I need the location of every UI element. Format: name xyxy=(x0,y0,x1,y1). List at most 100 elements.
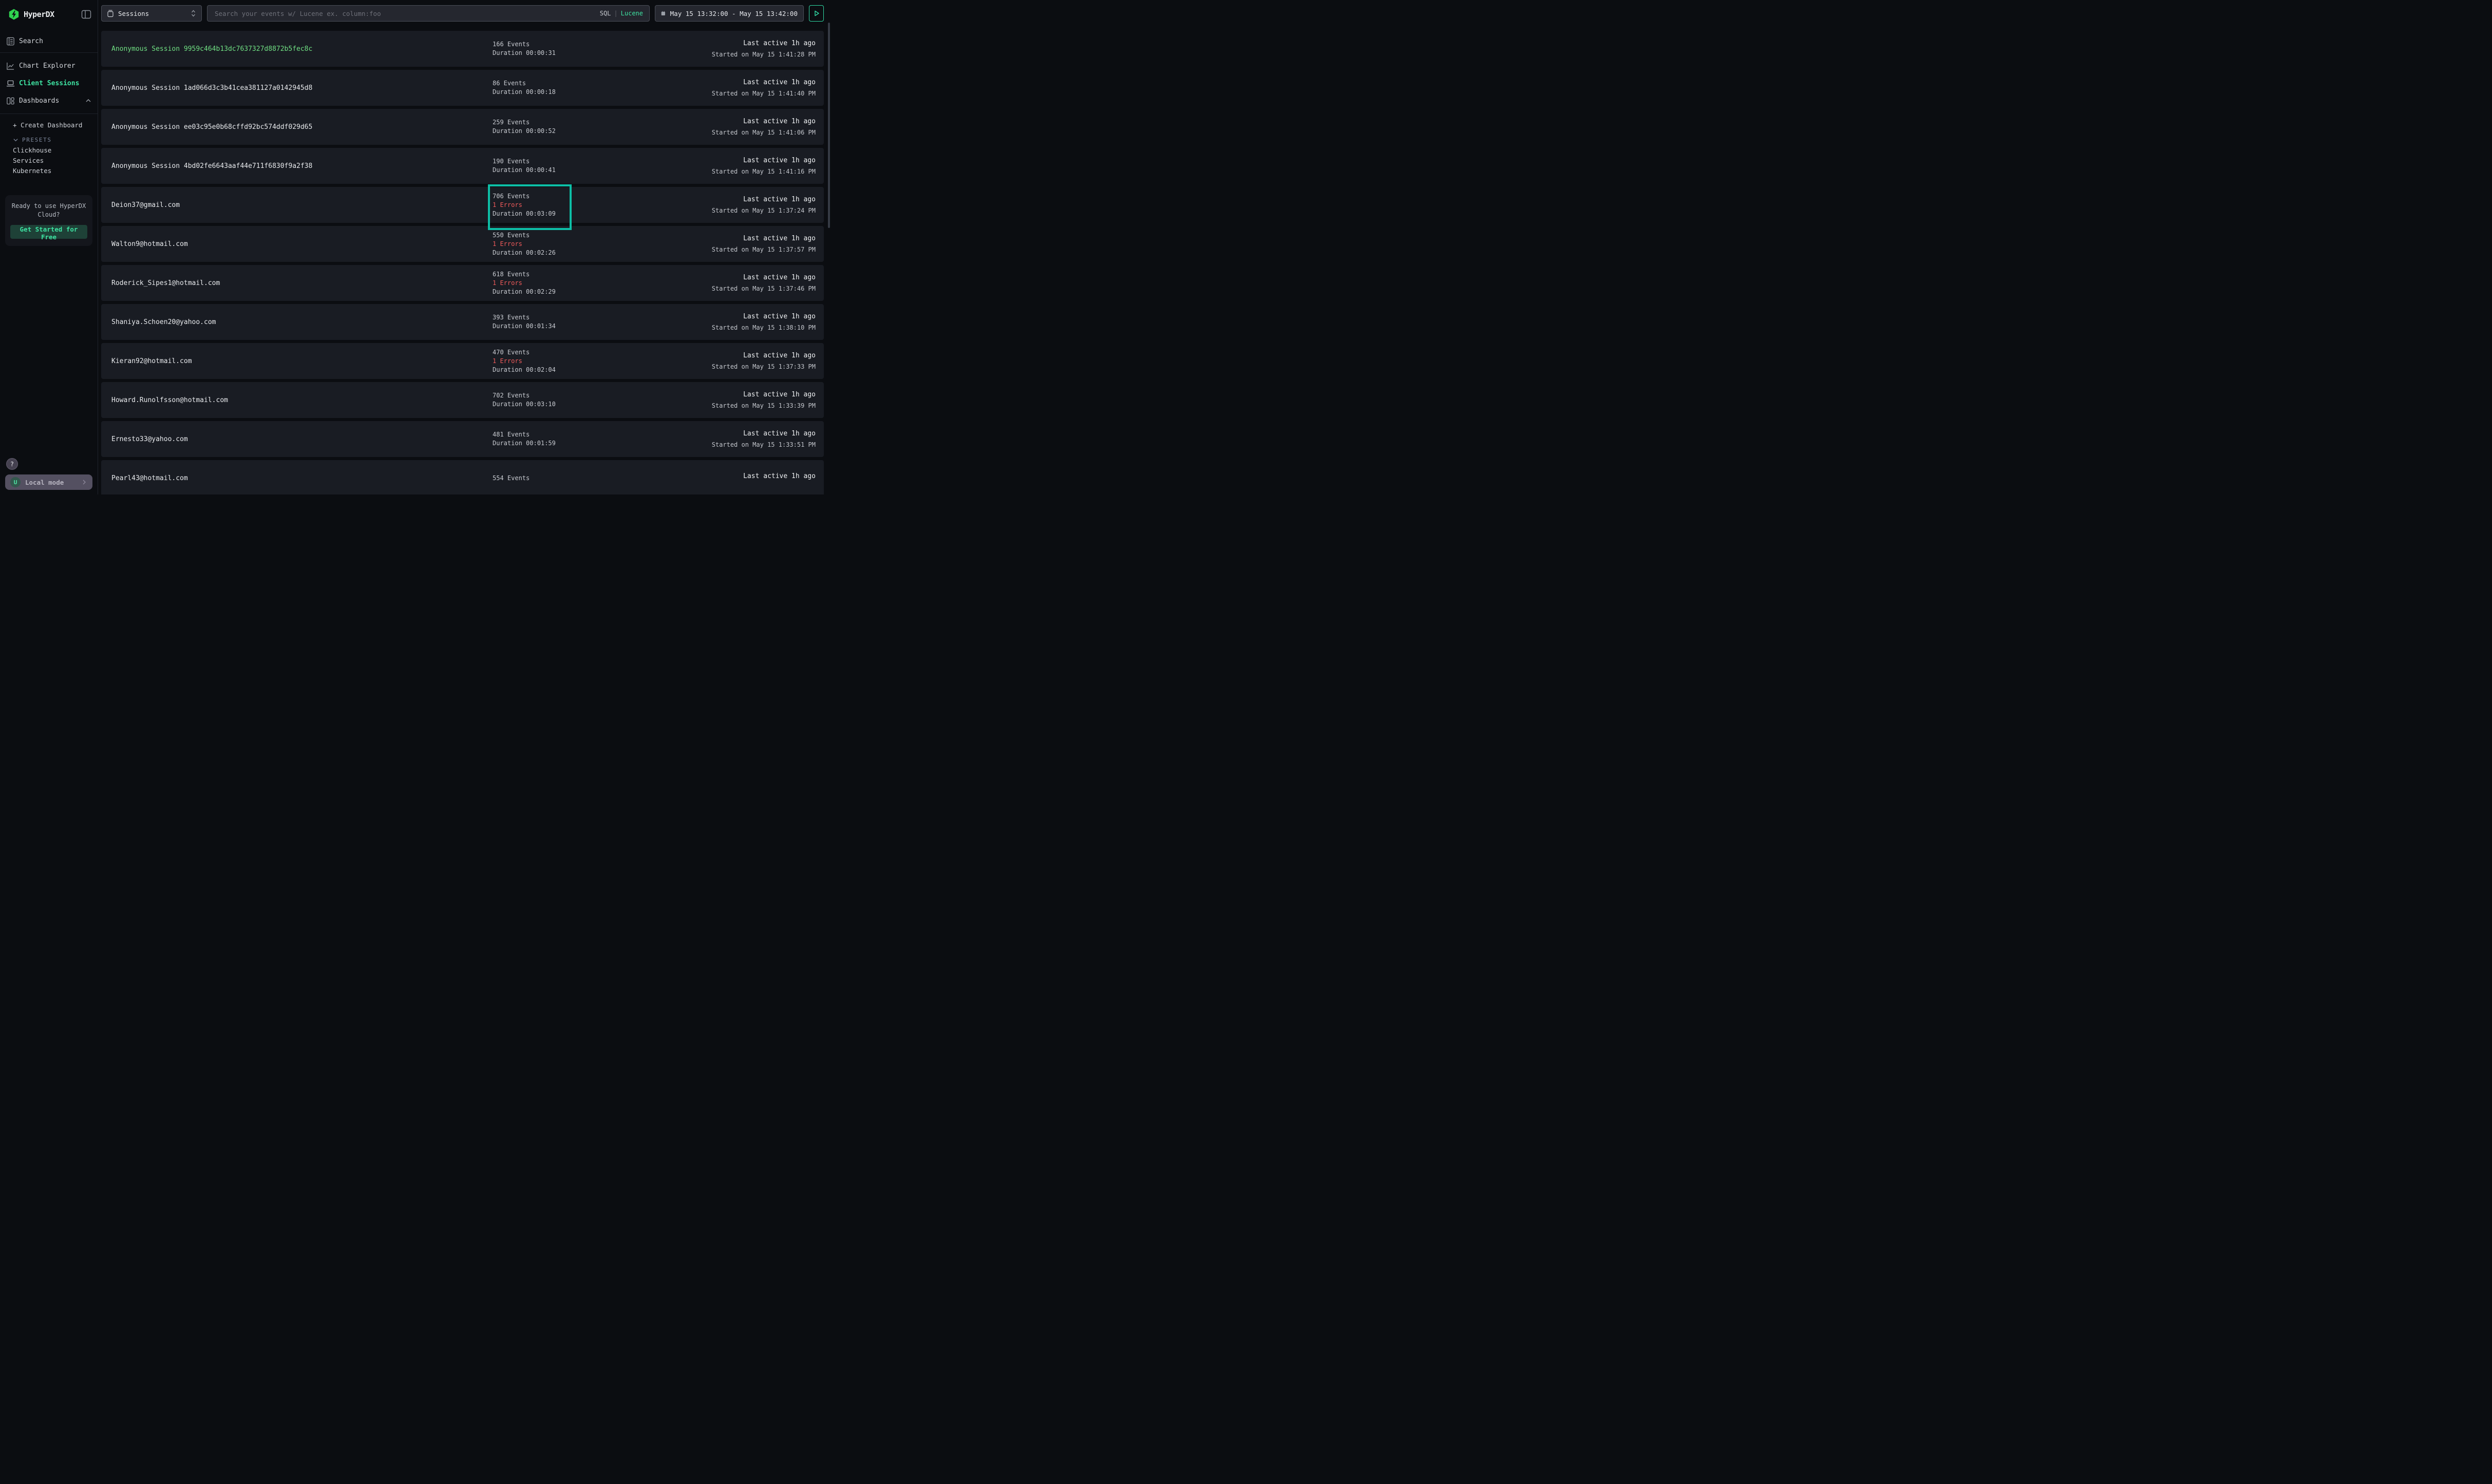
session-row[interactable]: Anonymous Session ee03c95e0b68cffd92bc57… xyxy=(101,109,824,145)
session-row[interactable]: Deion37@gmail.com 706 Events 1 Errors Du… xyxy=(101,187,824,223)
sidebar-divider xyxy=(0,52,98,53)
source-select[interactable]: Sessions xyxy=(101,5,202,22)
search-box: SQL | Lucene xyxy=(207,5,650,22)
sidebar-nav: Search Chart Explorer Client Sessions xyxy=(0,34,98,176)
session-events: 166 Events xyxy=(493,40,712,49)
session-name: Roderick_Sipes1@hotmail.com xyxy=(111,279,220,287)
get-started-button[interactable]: Get Started for Free xyxy=(10,225,87,239)
session-started: Started on May 15 1:37:57 PM xyxy=(712,246,816,253)
preset-kubernetes[interactable]: Kubernetes xyxy=(0,165,98,176)
session-row[interactable]: Anonymous Session 4bd02fe6643aaf44e711f6… xyxy=(101,148,824,184)
session-started: Started on May 15 1:41:06 PM xyxy=(712,129,816,136)
session-events: 554 Events xyxy=(493,474,743,483)
chevron-right-icon xyxy=(81,479,87,485)
session-started: Started on May 15 1:33:51 PM xyxy=(712,441,816,448)
session-started: Started on May 15 1:37:33 PM xyxy=(712,363,816,370)
session-duration: Duration 00:00:52 xyxy=(493,127,712,136)
session-row[interactable]: Howard.Runolfsson@hotmail.com 702 Events… xyxy=(101,382,824,418)
session-events: 190 Events xyxy=(493,157,712,166)
session-name: Deion37@gmail.com xyxy=(111,201,180,209)
sidebar-item-chart-explorer[interactable]: Chart Explorer xyxy=(0,57,98,74)
mode-lucene-toggle[interactable]: Lucene xyxy=(621,10,643,17)
session-row[interactable]: Roderick_Sipes1@hotmail.com 618 Events 1… xyxy=(101,265,824,301)
session-name: Kieran92@hotmail.com xyxy=(111,357,192,365)
session-events: 618 Events xyxy=(493,270,712,279)
sidebar-item-label: Dashboards xyxy=(19,97,59,105)
session-events: 550 Events xyxy=(493,231,712,240)
session-last-active: Last active 1h ago xyxy=(712,157,816,164)
logo-row: HyperDX xyxy=(0,0,98,22)
sidebar: HyperDX Search xyxy=(0,0,98,494)
session-started: Started on May 15 1:41:40 PM xyxy=(712,90,816,97)
session-row[interactable]: Shaniya.Schoen20@yahoo.com 393 Events Du… xyxy=(101,304,824,340)
scrollbar-thumb[interactable] xyxy=(828,23,830,228)
date-range-value: May 15 13:32:00 - May 15 13:42:00 xyxy=(670,10,798,17)
main-content: Sessions SQL | Lucene May 15 13:32:00 - … xyxy=(98,0,830,494)
session-last-active: Last active 1h ago xyxy=(712,274,816,281)
sidebar-item-dashboards[interactable]: Dashboards xyxy=(0,92,98,109)
search-input[interactable] xyxy=(214,9,600,18)
collapse-sidebar-icon[interactable] xyxy=(81,10,91,19)
cloud-promo-card: Ready to use HyperDX Cloud? Get Started … xyxy=(5,195,92,246)
session-name: Shaniya.Schoen20@yahoo.com xyxy=(111,318,216,326)
calendar-icon xyxy=(661,10,666,17)
preset-services[interactable]: Services xyxy=(0,155,98,165)
help-button[interactable]: ? xyxy=(6,458,18,470)
session-started: Started on May 15 1:38:10 PM xyxy=(712,324,816,331)
topbar: Sessions SQL | Lucene May 15 13:32:00 - … xyxy=(101,5,824,22)
session-row[interactable]: Anonymous Session 1ad066d3c3b41cea381127… xyxy=(101,70,824,106)
session-started: Started on May 15 1:33:39 PM xyxy=(712,402,816,409)
session-events: 259 Events xyxy=(493,118,712,127)
brand-title: HyperDX xyxy=(24,10,81,19)
presets-label: PRESETS xyxy=(22,137,52,143)
presets-toggle[interactable]: PRESETS xyxy=(0,135,98,145)
journal-icon xyxy=(6,37,15,46)
session-row[interactable]: Walton9@hotmail.com 550 Events 1 Errors … xyxy=(101,226,824,262)
session-last-active: Last active 1h ago xyxy=(712,391,816,398)
dashboard-grid-icon xyxy=(6,97,15,105)
session-name: Anonymous Session 1ad066d3c3b41cea381127… xyxy=(111,84,312,92)
session-last-active: Last active 1h ago xyxy=(712,118,816,125)
select-chevrons-icon xyxy=(191,9,196,17)
session-last-active: Last active 1h ago xyxy=(712,430,816,437)
session-row[interactable]: Anonymous Session 9959c464b13dc7637327d8… xyxy=(101,31,824,67)
sidebar-item-label: Chart Explorer xyxy=(19,62,75,70)
chart-icon xyxy=(6,62,15,70)
run-query-button[interactable] xyxy=(809,5,824,22)
session-started: Started on May 15 1:37:46 PM xyxy=(712,285,816,292)
session-name: Ernesto33@yahoo.com xyxy=(111,435,188,443)
source-select-value: Sessions xyxy=(118,10,191,17)
preset-clickhouse[interactable]: Clickhouse xyxy=(0,145,98,155)
session-duration: Duration 00:01:59 xyxy=(493,439,712,448)
mode-sql-toggle[interactable]: SQL xyxy=(600,10,611,17)
create-dashboard-button[interactable]: + Create Dashboard xyxy=(0,119,98,130)
session-row[interactable]: Ernesto33@yahoo.com 481 Events Duration … xyxy=(101,421,824,457)
session-last-active: Last active 1h ago xyxy=(712,235,816,242)
laptop-icon xyxy=(6,79,15,88)
session-duration: Duration 00:00:18 xyxy=(493,88,712,97)
local-mode-label: Local mode xyxy=(25,479,81,486)
session-duration: Duration 00:00:41 xyxy=(493,166,712,175)
app-root: HyperDX Search xyxy=(0,0,830,494)
session-duration: Duration 00:01:34 xyxy=(493,322,712,331)
local-mode-button[interactable]: U Local mode xyxy=(5,474,92,490)
session-name: Pearl43@hotmail.com xyxy=(111,474,188,482)
session-duration: Duration 00:03:09 xyxy=(493,210,712,218)
session-duration: Duration 00:03:10 xyxy=(493,400,712,409)
session-errors: 1 Errors xyxy=(493,201,712,210)
session-events: 86 Events xyxy=(493,79,712,88)
session-events: 481 Events xyxy=(493,430,712,439)
session-last-active: Last active 1h ago xyxy=(712,79,816,86)
sidebar-item-search[interactable]: Search xyxy=(0,34,98,48)
session-name: Howard.Runolfsson@hotmail.com xyxy=(111,396,228,404)
sidebar-item-client-sessions[interactable]: Client Sessions xyxy=(0,74,98,92)
session-events: 702 Events xyxy=(493,391,712,400)
session-last-active: Last active 1h ago xyxy=(743,472,816,480)
session-last-active: Last active 1h ago xyxy=(712,313,816,320)
session-row[interactable]: Kieran92@hotmail.com 470 Events 1 Errors… xyxy=(101,343,824,379)
date-range-picker[interactable]: May 15 13:32:00 - May 15 13:42:00 xyxy=(655,5,804,22)
session-row[interactable]: Pearl43@hotmail.com 554 Events Last acti… xyxy=(101,460,824,494)
session-name: Anonymous Session 9959c464b13dc7637327d8… xyxy=(111,45,312,53)
user-avatar: U xyxy=(10,477,21,487)
cloud-promo-text: Ready to use HyperDX Cloud? xyxy=(10,202,87,220)
